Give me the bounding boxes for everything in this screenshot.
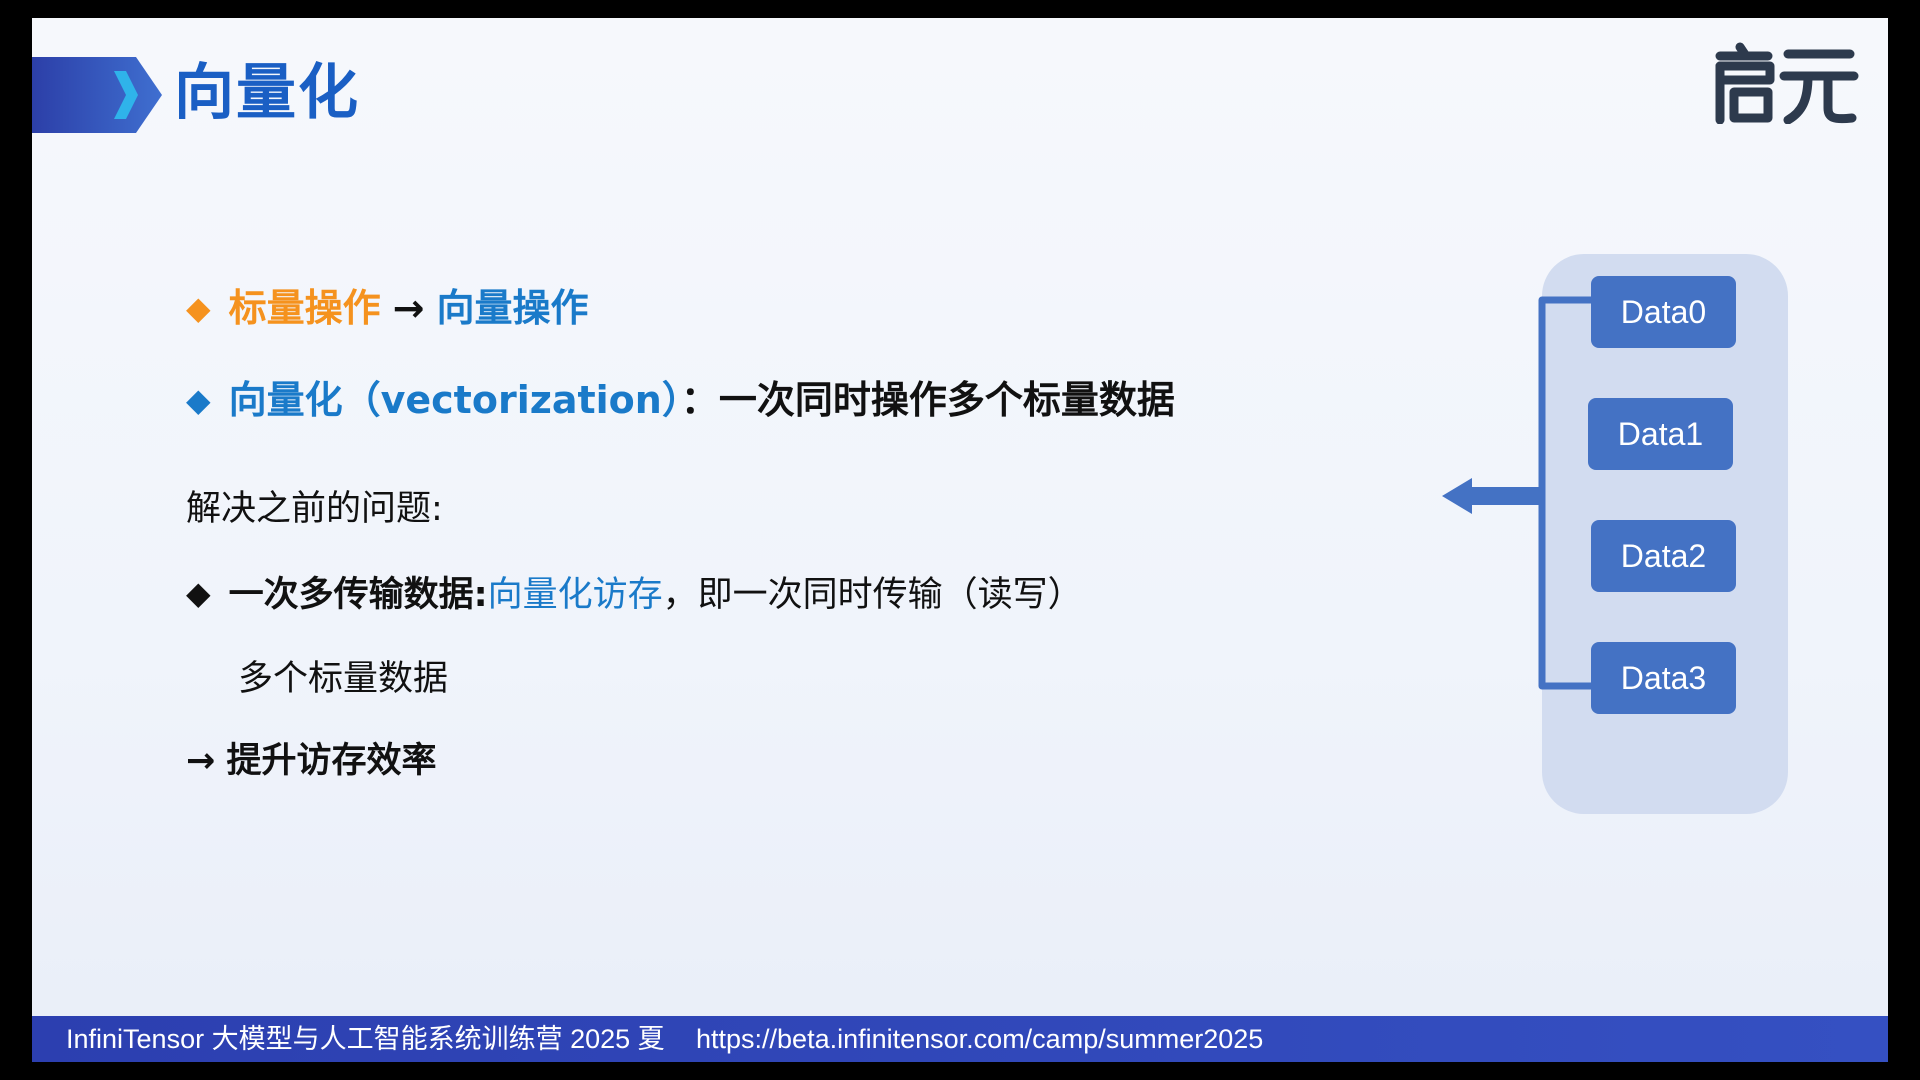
diamond-bullet-icon: ◆ (186, 289, 211, 327)
vectorization-definition: 一次同时操作多个标量数据 (718, 378, 1175, 422)
scalar-op-text: 标量操作 (228, 286, 381, 330)
data-box-label-1: Data1 (1618, 416, 1703, 452)
qiyuan-logo-icon (1715, 42, 1859, 124)
footer-url-link[interactable]: https://beta.infinitensor.com/camp/summe… (696, 1016, 1263, 1062)
multi-transfer-label: 一次多传输数据: (228, 575, 488, 615)
conclusion-line: → 提升访存效率 (186, 740, 436, 782)
vectorized-access-text: 向量化访存 (487, 575, 663, 615)
vectorization-term: 向量化（vectorization） (228, 378, 681, 422)
colon-text: ： (680, 378, 719, 422)
arrow-icon: → (392, 286, 425, 330)
data-box-label-2: Data2 (1621, 538, 1706, 574)
diamond-bullet-icon: ◆ (186, 574, 211, 612)
problem-label: 解决之前的问题: (186, 489, 443, 529)
slide: 向量化 ◆ 标量操作 → 向量操作 ◆ 向量化（vectorization）：一次同时操… (32, 18, 1888, 1062)
title-chevron-icon (32, 57, 162, 133)
arrow-icon: → (186, 741, 216, 781)
transfer-description: ，即一次同时传输（读写） (662, 575, 1083, 615)
conclusion-text: 提升访存效率 (226, 741, 437, 781)
vector-data-diagram: Data0 Data1 Data2 Data3 (1442, 254, 1788, 814)
page-title: 向量化 (174, 58, 360, 128)
left-arrow-icon (1442, 478, 1472, 514)
data-box-label-3: Data3 (1621, 660, 1706, 696)
bullet-scalar-to-vector: ◆ 标量操作 → 向量操作 (186, 286, 588, 332)
data-box-label-0: Data0 (1621, 294, 1706, 330)
bullet-vectorization-definition: ◆ 向量化（vectorization）：一次同时操作多个标量数据 (186, 378, 1175, 424)
bullet3-continuation: 多个标量数据 (238, 659, 449, 699)
bullet-vectorized-memory-access: ◆ 一次多传输数据:向量化访存，即一次同时传输（读写） (186, 574, 1083, 616)
footer-bar: InfiniTensor 大模型与人工智能系统训练营 2025 夏 https:… (32, 1016, 1888, 1062)
diamond-bullet-icon: ◆ (186, 381, 211, 419)
footer-event-text: InfiniTensor 大模型与人工智能系统训练营 2025 夏 (66, 1024, 665, 1054)
vector-op-text: 向量操作 (436, 286, 589, 330)
